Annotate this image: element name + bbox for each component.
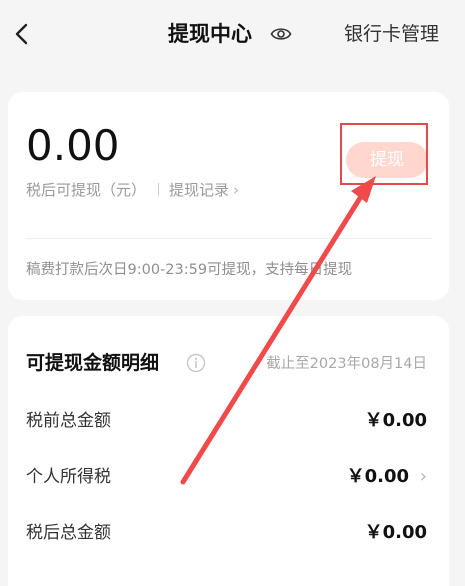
- bank-card-management-link[interactable]: 银行卡管理: [344, 20, 439, 48]
- detail-row-income-tax[interactable]: 个人所得税 ￥0.00 ›: [26, 462, 427, 492]
- row-value: ￥0.00: [346, 466, 409, 487]
- highlight-box: [340, 123, 428, 185]
- after-tax-label: 税后可提现（元）: [26, 181, 147, 199]
- row-label: 个人所得税: [26, 467, 111, 487]
- withdraw-time-note: 稿费打款后次日9:00-23:59可提现，支持每日提现: [26, 262, 353, 278]
- top-nav-bar: 提现中心 银行卡管理: [0, 0, 465, 68]
- details-card: 可提现金额明细 截止至2023年08月14日 税前总金额 ￥0.00 个人所得税…: [8, 316, 449, 586]
- separator: [158, 183, 160, 196]
- date-note: 截止至2023年08月14日: [266, 356, 427, 372]
- page-title: 提现中心: [168, 22, 252, 46]
- withdraw-records-link[interactable]: 提现记录: [169, 181, 229, 199]
- row-value: ￥0.00: [364, 410, 427, 431]
- details-title: 可提现金额明细: [26, 352, 160, 374]
- balance-sub-row: 税后可提现（元） 提现记录 ›: [26, 180, 239, 200]
- eye-icon[interactable]: [270, 25, 292, 43]
- balance-card: 0.00 税后可提现（元） 提现记录 › 提现 稿费打款后次日9:00-23:59可…: [8, 92, 449, 300]
- back-arrow-icon[interactable]: [10, 20, 34, 48]
- chevron-right-icon: ›: [233, 181, 240, 199]
- detail-row-pretax: 税前总金额 ￥0.00: [26, 406, 427, 436]
- detail-row-aftertax: 税后总金额 ￥0.00: [26, 518, 427, 548]
- row-value: ￥0.00: [364, 522, 427, 543]
- withdrawable-amount: 0.00: [26, 121, 120, 170]
- divider: [26, 238, 431, 239]
- row-label: 税后总金额: [26, 523, 111, 543]
- row-label: 税前总金额: [26, 411, 111, 431]
- chevron-right-icon[interactable]: ›: [420, 462, 427, 492]
- info-icon[interactable]: [186, 353, 206, 373]
